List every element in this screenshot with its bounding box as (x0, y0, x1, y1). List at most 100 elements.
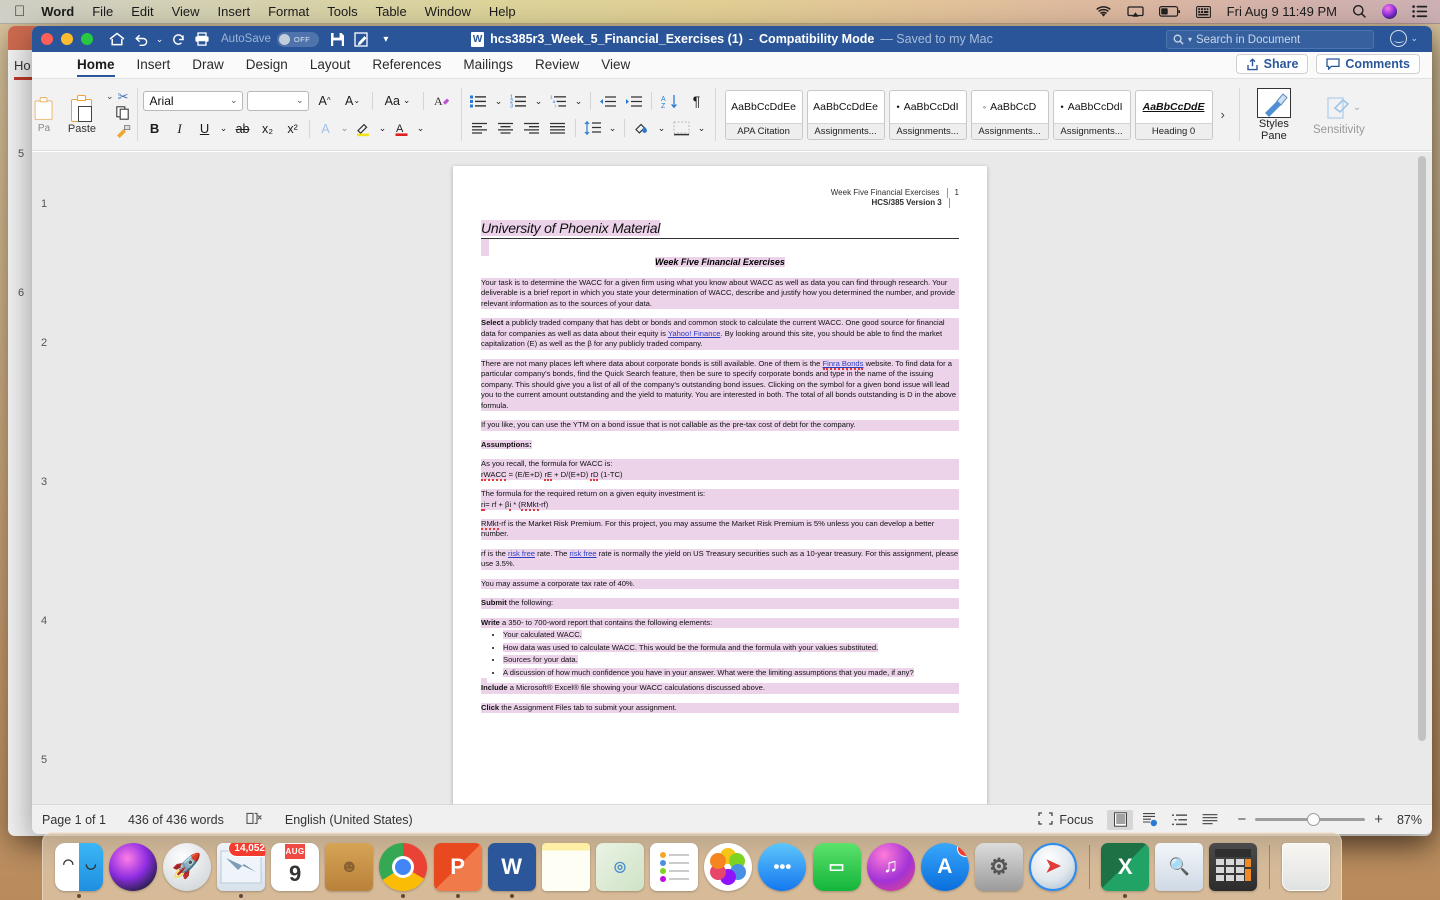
dock-item-calculator[interactable] (1208, 836, 1259, 898)
chevron-down-icon[interactable]: ⌄ (230, 95, 238, 106)
zoom-track[interactable] (1255, 818, 1365, 821)
undo-icon[interactable] (130, 28, 152, 50)
decrease-indent-icon[interactable] (596, 91, 620, 112)
ribbon-toolbar[interactable]: Pa Paste ⌄ ✂ (32, 79, 1432, 151)
tab-insert[interactable]: Insert (126, 55, 182, 78)
tab-draw[interactable]: Draw (181, 55, 235, 78)
shading-dropdown-icon[interactable]: ⌄ (656, 118, 668, 139)
style-card-assignments-2[interactable]: •AaBbCcDdI Assignments... (889, 90, 967, 140)
scrollbar-thumb[interactable] (1418, 156, 1426, 741)
chevron-down-icon[interactable]: ⌄ (403, 95, 411, 106)
style-card-assignments-4[interactable]: •AaBbCcDdI Assignments... (1053, 90, 1131, 140)
align-right-icon[interactable] (520, 118, 544, 139)
search-dropdown-icon[interactable]: ▾ (1188, 35, 1192, 44)
account-dropdown-icon[interactable]: ⌄ (1410, 33, 1418, 44)
draft-icon[interactable] (1197, 810, 1223, 830)
bullets-icon[interactable] (467, 91, 491, 112)
finra-bonds-link[interactable]: Finra Bonds (823, 359, 864, 370)
customize-toolbar-icon[interactable]: ▾ (375, 28, 397, 50)
word-count[interactable]: 436 of 436 words (128, 813, 224, 827)
tab-references[interactable]: References (361, 55, 452, 78)
page-indicator[interactable]: Page 1 of 1 (42, 813, 106, 827)
yahoo-finance-link[interactable]: Yahoo! Finance (668, 329, 721, 338)
justify-icon[interactable] (546, 118, 570, 139)
search-input[interactable]: ▾ Search in Document (1166, 30, 1374, 49)
paste-partial-button[interactable]: Pa (32, 95, 56, 134)
dock-item-itunes[interactable]: ♫ (865, 836, 916, 898)
sensitivity-dropdown-icon[interactable]: ⌄ (1353, 102, 1361, 113)
document-body[interactable]: Your task is to determine the WACC for a… (481, 278, 959, 713)
menu-item-table[interactable]: Table (376, 4, 407, 19)
dock-item-facetime[interactable]: ▭ (811, 836, 862, 898)
font-color-icon[interactable]: A (390, 118, 414, 139)
sort-icon[interactable]: AZ (657, 91, 683, 112)
save-icon[interactable] (327, 28, 349, 50)
text-effects-icon[interactable]: A (314, 118, 338, 139)
view-mode-buttons[interactable] (1107, 810, 1223, 830)
line-spacing-dropdown-icon[interactable]: ⌄ (607, 118, 619, 139)
document-canvas[interactable]: 1 2 3 4 5 Week Five Financial Exercises … (32, 152, 1432, 804)
dock-item-calendar[interactable]: AUG 9 (270, 836, 321, 898)
dock-item-mail[interactable]: 14,052 (215, 836, 266, 898)
increase-indent-icon[interactable] (622, 91, 646, 112)
align-left-icon[interactable] (468, 118, 492, 139)
font-color-dropdown-icon[interactable]: ⌄ (415, 118, 427, 139)
language-indicator[interactable]: English (United States) (285, 813, 413, 827)
change-case-button[interactable]: Aa ⌄ (380, 90, 416, 111)
home-icon[interactable] (106, 28, 128, 50)
highlight-dropdown-icon[interactable]: ⌄ (377, 118, 389, 139)
autosave-toggle[interactable]: OFF (277, 32, 319, 47)
window-controls[interactable] (41, 33, 101, 45)
style-card-assignments-1[interactable]: AaBbCcDdEe Assignments... (807, 90, 885, 140)
battery-icon[interactable] (1159, 6, 1181, 17)
dock-item-word[interactable]: W (486, 836, 537, 898)
bullets-dropdown-icon[interactable]: ⌄ (493, 91, 505, 112)
web-layout-icon[interactable] (1137, 810, 1163, 830)
tab-layout[interactable]: Layout (299, 55, 362, 78)
track-changes-icon[interactable] (351, 28, 373, 50)
clear-formatting-icon[interactable]: A (431, 90, 455, 111)
paste-dropdown-icon[interactable]: ⌄ (106, 91, 114, 102)
zoom-in-button[interactable]: + (1374, 811, 1383, 828)
dock-item-maps[interactable]: ◎ (594, 836, 645, 898)
numbering-dropdown-icon[interactable]: ⌄ (533, 91, 545, 112)
paragraph-row-1[interactable]: ⌄ 123 ⌄ 1ai ⌄ AZ (467, 91, 709, 112)
tab-review[interactable]: Review (524, 55, 590, 78)
menu-item-tools[interactable]: Tools (327, 4, 357, 19)
style-card-apa-citation[interactable]: AaBbCcDdEe APA Citation (725, 90, 803, 140)
grow-font-icon[interactable]: A^ (313, 90, 337, 111)
wifi-icon[interactable] (1095, 6, 1112, 18)
dock-item-reminders[interactable] (649, 836, 700, 898)
shading-icon[interactable] (630, 118, 654, 139)
dock-item-finder[interactable]: ◠◡ (53, 836, 104, 898)
cut-icon[interactable]: ✂ (118, 90, 129, 103)
macos-menu-bar[interactable]:  Word File Edit View Insert Format Tool… (0, 0, 1440, 24)
menu-item-file[interactable]: File (92, 4, 113, 19)
vertical-scrollbar[interactable] (1418, 156, 1426, 798)
font-controls-row[interactable]: Arial ⌄ ⌄ A^ A⌄ Aa ⌄ (143, 90, 455, 111)
undo-dropdown-icon[interactable]: ⌄ (154, 28, 165, 50)
siri-icon[interactable] (1382, 4, 1397, 19)
menu-item-insert[interactable]: Insert (218, 4, 251, 19)
dock-item-system-preferences[interactable]: ⚙ (973, 836, 1024, 898)
menu-item-edit[interactable]: Edit (131, 4, 153, 19)
dock-item-contacts[interactable]: ☻ (324, 836, 375, 898)
zoom-out-button[interactable]: − (1237, 811, 1246, 828)
paragraph-row-2[interactable]: ⌄ ⌄ ⌄ (468, 118, 708, 139)
strikethrough-button[interactable]: ab (231, 118, 255, 139)
text-highlight-icon[interactable] (352, 118, 376, 139)
dock-item-siri[interactable] (107, 836, 158, 898)
outline-icon[interactable] (1167, 810, 1193, 830)
document-page[interactable]: Week Five Financial Exercises 1 HCS/385 … (453, 166, 987, 804)
zoom-slider[interactable]: − + (1237, 811, 1383, 828)
copy-icon[interactable] (116, 106, 130, 122)
show-marks-icon[interactable]: ¶ (685, 91, 709, 112)
menu-item-word[interactable]: Word (41, 4, 74, 19)
clipboard-mini-buttons[interactable]: ✂ (116, 90, 131, 140)
close-window-button[interactable] (41, 33, 53, 45)
word-application-window[interactable]: ⌄ AutoSave OFF ▾ hcs385r3_Week_5_Financi… (32, 26, 1432, 834)
zoom-knob[interactable] (1307, 813, 1320, 826)
zoom-level-label[interactable]: 87% (1397, 813, 1422, 827)
sensitivity-button[interactable]: Sensitivity (1303, 94, 1375, 136)
airplay-icon[interactable] (1127, 6, 1144, 18)
